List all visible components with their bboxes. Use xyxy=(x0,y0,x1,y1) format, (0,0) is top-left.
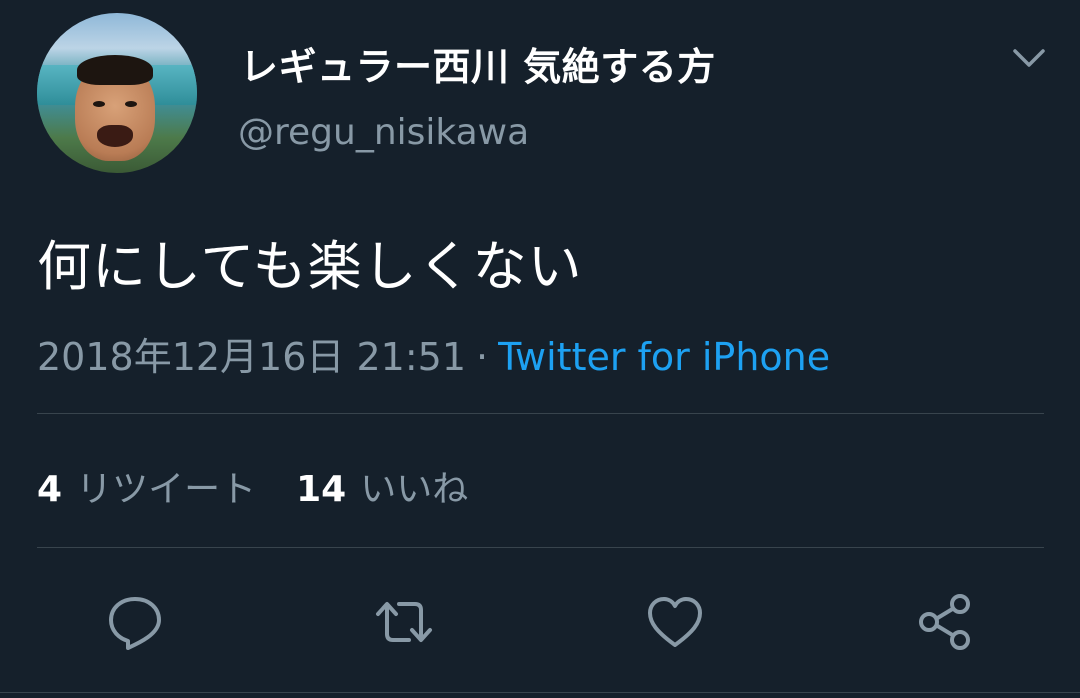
tweet-meta: 2018年12月16日 21:51 · Twitter for iPhone xyxy=(37,326,830,381)
share-button[interactable] xyxy=(913,590,977,654)
chevron-down-icon[interactable] xyxy=(1011,44,1047,72)
user-handle[interactable]: @regu_nisikawa xyxy=(238,112,529,153)
divider xyxy=(37,547,1044,548)
likes-stat[interactable]: 14 いいね xyxy=(296,469,468,510)
tweet-detail: レギュラー西川 気絶する方 @regu_nisikawa 何にしても楽しくない … xyxy=(0,0,1080,698)
retweets-label: リツイート xyxy=(76,469,257,510)
divider xyxy=(37,413,1044,414)
divider xyxy=(0,692,1080,693)
like-button[interactable] xyxy=(643,590,707,654)
avatar-hair xyxy=(77,55,153,85)
avatar-eye xyxy=(125,101,137,107)
likes-label: いいね xyxy=(360,469,469,510)
likes-count: 14 xyxy=(296,469,347,510)
display-name[interactable]: レギュラー西川 気絶する方 xyxy=(240,36,716,91)
reply-button[interactable] xyxy=(103,590,167,654)
share-icon xyxy=(919,594,970,650)
heart-icon xyxy=(648,597,702,647)
avatar-eye xyxy=(93,101,105,107)
avatar-mouth xyxy=(97,125,133,147)
retweet-icon xyxy=(376,602,432,642)
retweets-count: 4 xyxy=(37,469,63,510)
tweet-timestamp[interactable]: 2018年12月16日 21:51 xyxy=(37,335,466,379)
meta-separator: · xyxy=(476,335,489,379)
tweet-source-link[interactable]: Twitter for iPhone xyxy=(498,335,830,379)
tweet-text: 何にしても楽しくない xyxy=(37,235,583,298)
retweet-button[interactable] xyxy=(372,590,436,654)
reply-icon xyxy=(109,597,161,650)
retweets-stat[interactable]: 4 リツイート xyxy=(37,469,256,510)
tweet-stats: 4 リツイート 14 いいね xyxy=(37,460,468,512)
avatar[interactable] xyxy=(37,13,197,173)
